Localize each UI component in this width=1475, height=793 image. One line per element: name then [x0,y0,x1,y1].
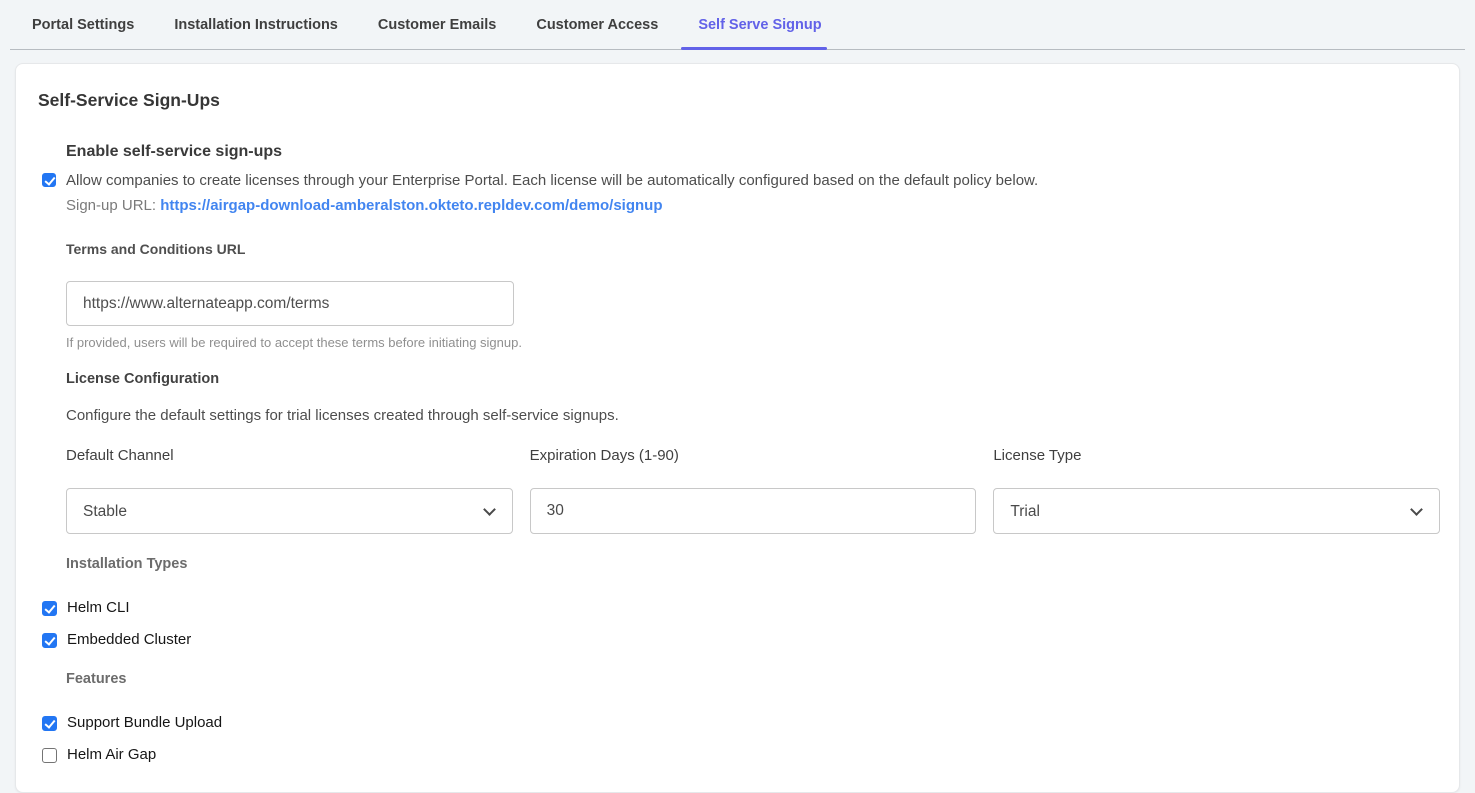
tab-label: Installation Instructions [174,17,338,33]
tab-label: Portal Settings [32,17,134,33]
expiration-days-label: Expiration Days (1-90) [530,447,977,464]
expiration-days-field [530,488,977,534]
support-bundle-upload-checkbox[interactable] [42,716,57,731]
page-title: Self-Service Sign-Ups [38,88,1440,112]
self-serve-signup-panel: Self-Service Sign-Ups Enable self-servic… [15,63,1460,793]
enable-signups-row: Allow companies to create licenses throu… [42,172,1440,189]
feature-option-helm-air-gap: Helm Air Gap [42,745,1440,764]
license-type-field: Trial [993,488,1440,534]
tab-label: Self Serve Signup [698,17,821,33]
license-configuration-description: Configure the default settings for trial… [66,407,1440,425]
enable-signups-description: Allow companies to create licenses throu… [66,172,1038,189]
default-channel-field: Stable [66,488,513,534]
settings-tab-bar: Portal Settings Installation Instruction… [10,0,1465,50]
signup-url-line: Sign-up URL: https://airgap-download-amb… [66,197,1440,215]
tab-self-serve-signup[interactable]: Self Serve Signup [678,0,841,49]
installation-types-heading: Installation Types [66,556,1440,573]
helm-cli-checkbox[interactable] [42,601,57,616]
license-config-grid: Default Channel Expiration Days (1-90) L… [66,447,1440,534]
settings-header: Portal Settings Installation Instruction… [0,0,1475,50]
embedded-cluster-label[interactable]: Embedded Cluster [67,631,191,649]
default-channel-select[interactable]: Stable [66,488,513,534]
license-configuration-heading: License Configuration [66,370,1440,388]
enable-signups-heading: Enable self-service sign-ups [66,142,1440,162]
installation-type-option-helm-cli: Helm CLI [42,598,1440,617]
signup-url-link[interactable]: https://airgap-download-amberalston.okte… [160,197,662,214]
expiration-days-input[interactable] [530,488,977,534]
enable-signups-checkbox[interactable] [42,173,56,187]
tab-portal-settings[interactable]: Portal Settings [12,0,154,49]
tab-label: Customer Access [536,17,658,33]
terms-url-helper-text: If provided, users will be required to a… [66,335,1440,350]
active-tab-underline [681,47,826,50]
features-heading: Features [66,671,1440,688]
default-channel-label: Default Channel [66,447,513,464]
support-bundle-upload-label[interactable]: Support Bundle Upload [67,714,222,732]
helm-air-gap-checkbox[interactable] [42,748,57,763]
terms-url-label: Terms and Conditions URL [66,241,1440,257]
helm-air-gap-label[interactable]: Helm Air Gap [67,746,156,764]
embedded-cluster-checkbox[interactable] [42,633,57,648]
tab-customer-access[interactable]: Customer Access [516,0,678,49]
installation-type-option-embedded-cluster: Embedded Cluster [42,630,1440,649]
tab-label: Customer Emails [378,17,496,33]
feature-option-support-bundle-upload: Support Bundle Upload [42,713,1440,732]
helm-cli-label[interactable]: Helm CLI [67,599,130,617]
tab-installation-instructions[interactable]: Installation Instructions [154,0,358,49]
terms-url-input[interactable] [66,281,514,326]
license-type-select[interactable]: Trial [993,488,1440,534]
tab-customer-emails[interactable]: Customer Emails [358,0,516,49]
terms-url-field-wrap [66,281,1440,326]
license-type-label: License Type [993,447,1440,464]
signup-url-label: Sign-up URL: [66,197,156,214]
